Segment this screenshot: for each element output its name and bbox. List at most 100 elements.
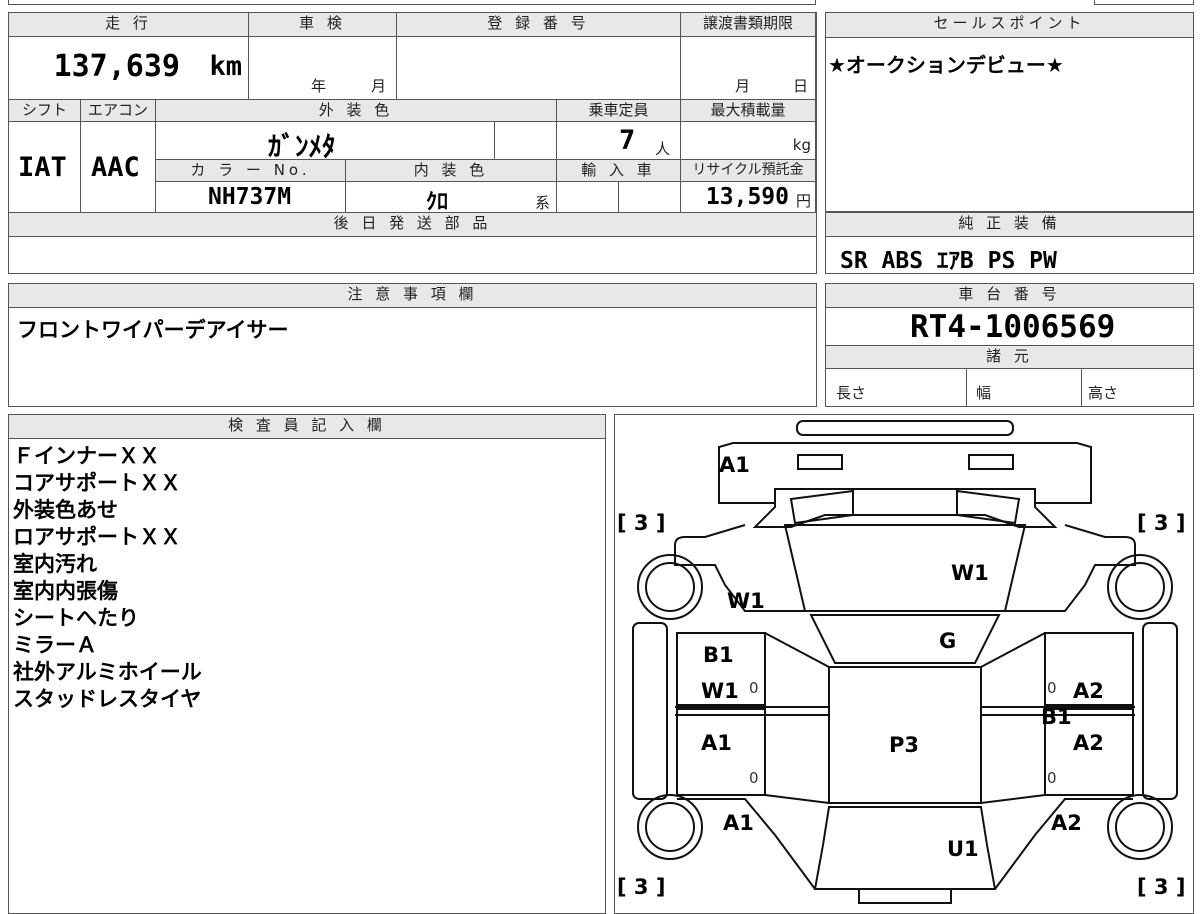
mark-windshield: G	[939, 629, 957, 653]
spec-divider-2	[1081, 368, 1082, 406]
doc-day: 日	[793, 77, 809, 95]
left-grille	[789, 489, 854, 525]
front-bumper-bar	[796, 420, 1014, 436]
left-rear-wheel-inner	[645, 802, 695, 852]
right-rear-pillar	[980, 794, 1046, 804]
later-parts-header: 後 日 発 送 部 品	[9, 213, 816, 237]
mark-right-sill: B1	[1041, 705, 1072, 729]
height-label: 高さ	[1088, 384, 1119, 402]
int-color-cell: ｸﾛ 系	[346, 182, 557, 215]
shaken-year: 年	[311, 77, 327, 95]
hood-panel	[783, 524, 1027, 612]
left-front-wheel-inner	[645, 562, 695, 612]
tire-right-front: [ 3 ]	[1137, 511, 1186, 535]
inspector-line: 外装色あせ	[13, 498, 118, 522]
right-rear-wheel-inner	[1115, 802, 1165, 852]
equipment-header: 純 正 装 備	[826, 213, 1193, 237]
car-diagram	[632, 420, 1178, 904]
inspector-box: 検 査 員 記 入 欄 ＦインナーＸＸ コアサポートＸＸ 外装色あせ ロアサポー…	[8, 414, 606, 914]
sales-point-text: ★オークションデビュー★	[828, 53, 1064, 77]
ext-color-cell: ｶﾞﾝﾒﾀ	[156, 122, 495, 163]
capacity-unit: 人	[655, 140, 671, 158]
equipment-items: SR ABS ｴｱB PS PW	[840, 248, 1057, 274]
mark-roof: P3	[889, 733, 920, 757]
notes-header: 注 意 事 項 欄	[9, 284, 816, 308]
ext-color-value: ｶﾞﾝﾒﾀ	[268, 132, 336, 163]
document-deadline-header: 譲渡書類期限	[681, 13, 816, 37]
inspector-header: 検 査 員 記 入 欄	[9, 415, 605, 439]
spec-divider-1	[966, 368, 967, 406]
chassis-box: 車 台 番 号 RT4-1006569 諸 元 長さ 幅 高さ	[825, 283, 1194, 407]
left-rear-pillar	[764, 794, 830, 804]
maxload-header: 最大積載量	[681, 100, 816, 122]
right-front-wheel	[1107, 554, 1173, 620]
mark-left-front-door-0: 0	[749, 679, 759, 697]
shift-header: シフト	[9, 100, 81, 122]
right-front-wheel-inner	[1115, 562, 1165, 612]
left-headlight	[797, 454, 843, 470]
int-color-header: 内 装 色	[346, 160, 557, 182]
left-fender-line	[674, 524, 746, 546]
int-color-suffix: 系	[534, 194, 550, 212]
inspector-line: 室内汚れ	[13, 552, 97, 576]
mark-front-bumper: A1	[719, 453, 750, 477]
mileage-value: 137,639	[53, 49, 180, 84]
rear-bumper-bar	[858, 888, 952, 904]
inspector-lines: ＦインナーＸＸ コアサポートＸＸ 外装色あせ ロアサポートＸＸ 室内汚れ 室内内…	[13, 443, 202, 713]
inspector-line: 室内内張傷	[13, 579, 118, 603]
import-header: 輸 入 車	[557, 160, 681, 182]
registration-cell	[397, 37, 681, 100]
spec-table: 走 行 車 検 登 録 番 号 譲渡書類期限 137,639 km 年 月 月 …	[8, 12, 817, 274]
chassis-number: RT4-1006569	[910, 309, 1116, 345]
mark-left-rear-fender: A1	[723, 811, 754, 835]
top-strip	[8, 0, 816, 5]
left-sill	[632, 622, 668, 800]
import-cell-1	[557, 182, 619, 213]
shift-value: IAT	[18, 152, 67, 183]
mark-rear-gate: U1	[947, 837, 979, 861]
spec-header: 諸 元	[826, 345, 1193, 369]
mark-left-front-fender: W1	[727, 589, 765, 613]
import-cell-2	[619, 182, 681, 213]
tire-left-rear: [ 3 ]	[617, 875, 666, 899]
maxload-cell: kg	[681, 122, 816, 160]
right-rear-wheel	[1107, 794, 1173, 860]
capacity-value: 7	[619, 125, 636, 156]
shaken-header: 車 検	[249, 13, 397, 37]
recycle-value: 13,590	[705, 184, 789, 210]
mark-left-front-door-1: B1	[703, 643, 734, 667]
mark-right-rear-door: A2	[1073, 731, 1104, 755]
hood-front	[752, 488, 1058, 528]
recycle-cell: 13,590 円	[681, 182, 816, 213]
color-no-cell: NH737M	[156, 182, 346, 213]
inspector-line: ミラーＡ	[13, 633, 97, 657]
recycle-unit: 円	[795, 192, 811, 210]
tire-right-rear: [ 3 ]	[1137, 875, 1186, 899]
inspector-line: コアサポートＸＸ	[13, 471, 181, 495]
mark-left-rear-door-0: 0	[749, 769, 759, 787]
shift-cell: IAT	[9, 122, 81, 213]
width-label: 幅	[976, 384, 992, 402]
mark-right-rear-fender: A2	[1051, 811, 1082, 835]
mark-hood: W1	[951, 561, 989, 585]
inspector-line: ロアサポートＸＸ	[13, 525, 181, 549]
right-headlight	[968, 454, 1014, 470]
recycle-header: リサイクル預託金	[681, 160, 816, 182]
mark-left-rear-door: A1	[701, 731, 732, 755]
registration-header: 登 録 番 号	[397, 13, 681, 37]
ext-color-extra-cell	[495, 122, 557, 160]
right-grille	[956, 489, 1021, 525]
mark-right-rear-door-0: 0	[1047, 769, 1057, 787]
doc-month: 月	[735, 77, 751, 95]
ac-header: エアコン	[81, 100, 156, 122]
color-no-header: カ ラ ー No.	[156, 160, 346, 182]
color-no-value: NH737M	[208, 184, 292, 210]
ac-value: AAC	[91, 152, 140, 183]
mileage-header: 走 行	[9, 13, 249, 37]
ext-color-header: 外 装 色	[156, 100, 557, 122]
sales-point-box: セールスポイント ★オークションデビュー★	[825, 12, 1194, 212]
right-sill	[1142, 622, 1178, 800]
mark-right-front-door: A2	[1073, 679, 1104, 703]
ac-cell: AAC	[81, 122, 156, 213]
left-pillar	[764, 632, 830, 668]
